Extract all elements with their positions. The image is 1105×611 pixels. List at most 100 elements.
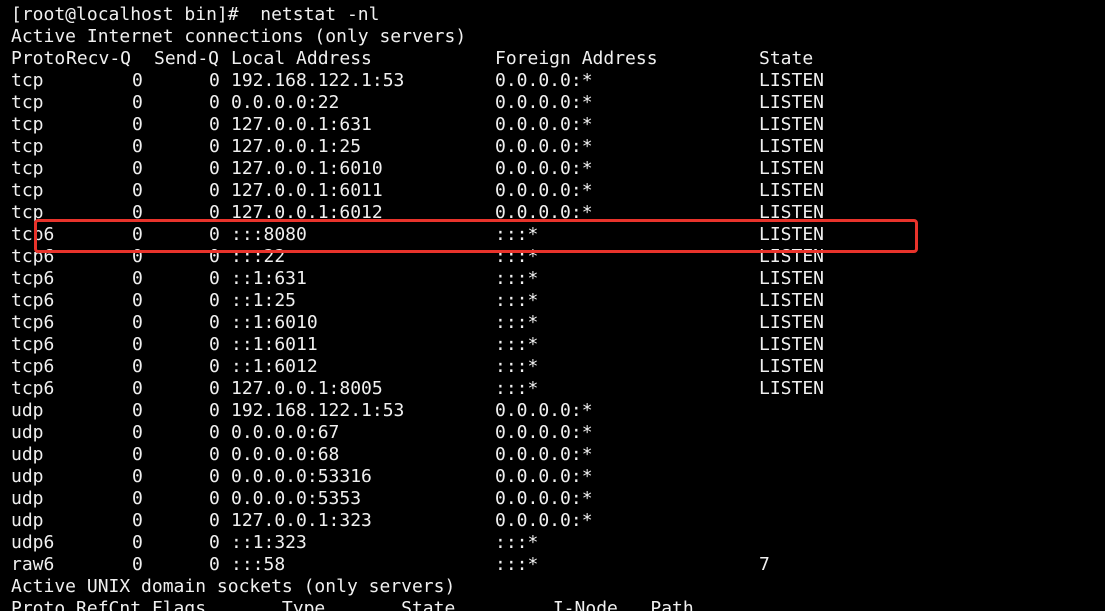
command-prompt-line: [root@localhost bin]# netstat -nl [11, 4, 380, 25]
sendq-cell: 0 [209, 466, 220, 487]
recvq-cell: 0 [132, 70, 143, 91]
state-cell: LISTEN [759, 180, 825, 201]
local-address-cell: 0.0.0.0:5353 [231, 488, 362, 509]
proto-cell: udp [11, 466, 44, 487]
state-cell: LISTEN [759, 202, 825, 223]
state-cell: LISTEN [759, 378, 825, 399]
foreign-address-cell: 0.0.0.0:* [495, 510, 593, 531]
proto-cell: tcp [11, 114, 44, 135]
foreign-address-cell: :::* [495, 312, 539, 333]
foreign-address-cell: 0.0.0.0:* [495, 136, 593, 157]
state-cell: LISTEN [759, 268, 825, 289]
local-address-cell: :::8080 [231, 224, 307, 245]
foreign-address-cell: :::* [495, 378, 539, 399]
local-address-cell: 127.0.0.1:6011 [231, 180, 383, 201]
proto-cell: tcp6 [11, 312, 55, 333]
state-cell: LISTEN [759, 356, 825, 377]
proto-cell: tcp6 [11, 334, 55, 355]
local-address-cell: 127.0.0.1:6010 [231, 158, 383, 179]
recvq-cell: 0 [132, 312, 143, 333]
local-address-cell: ::1:25 [231, 290, 297, 311]
header-proto: Proto [11, 48, 66, 69]
proto-cell: udp [11, 444, 44, 465]
foreign-address-cell: 0.0.0.0:* [495, 92, 593, 113]
foreign-address-cell: :::* [495, 356, 539, 377]
recvq-cell: 0 [132, 510, 143, 531]
state-cell: LISTEN [759, 158, 825, 179]
header-foreign-address: Foreign Address [495, 48, 658, 69]
inet-section-heading: Active Internet connections (only server… [11, 26, 467, 47]
local-address-cell: 127.0.0.1:323 [231, 510, 372, 531]
proto-cell: tcp6 [11, 268, 55, 289]
unix-column-headers: Proto RefCnt Flags Type State I-Node Pat… [11, 598, 694, 611]
proto-cell: udp [11, 488, 44, 509]
state-cell: 7 [759, 554, 770, 575]
recvq-cell: 0 [132, 114, 143, 135]
foreign-address-cell: :::* [495, 224, 539, 245]
unix-section-heading: Active UNIX domain sockets (only servers… [11, 576, 456, 597]
proto-cell: tcp6 [11, 246, 55, 267]
recvq-cell: 0 [132, 444, 143, 465]
recvq-cell: 0 [132, 554, 143, 575]
proto-cell: tcp [11, 70, 44, 91]
foreign-address-cell: :::* [495, 268, 539, 289]
sendq-cell: 0 [209, 378, 220, 399]
recvq-cell: 0 [132, 488, 143, 509]
local-address-cell: 127.0.0.1:25 [231, 136, 362, 157]
state-cell: LISTEN [759, 246, 825, 267]
state-cell: LISTEN [759, 92, 825, 113]
recvq-cell: 0 [132, 334, 143, 355]
recvq-cell: 0 [132, 466, 143, 487]
proto-cell: udp [11, 400, 44, 421]
header-local-address: Local Address [231, 48, 372, 69]
local-address-cell: 127.0.0.1:6012 [231, 202, 383, 223]
terminal-window[interactable]: [root@localhost bin]# netstat -nl Active… [0, 0, 1105, 611]
sendq-cell: 0 [209, 158, 220, 179]
recvq-cell: 0 [132, 224, 143, 245]
state-cell: LISTEN [759, 312, 825, 333]
foreign-address-cell: 0.0.0.0:* [495, 114, 593, 135]
foreign-address-cell: 0.0.0.0:* [495, 70, 593, 91]
local-address-cell: ::1:323 [231, 532, 307, 553]
recvq-cell: 0 [132, 92, 143, 113]
local-address-cell: ::1:6010 [231, 312, 318, 333]
state-cell: LISTEN [759, 290, 825, 311]
sendq-cell: 0 [209, 246, 220, 267]
state-cell: LISTEN [759, 136, 825, 157]
header-state: State [759, 48, 814, 69]
proto-cell: tcp6 [11, 356, 55, 377]
local-address-cell: 0.0.0.0:22 [231, 92, 340, 113]
local-address-cell: ::1:6011 [231, 334, 318, 355]
recvq-cell: 0 [132, 268, 143, 289]
local-address-cell: 0.0.0.0:67 [231, 422, 340, 443]
local-address-cell: ::1:6012 [231, 356, 318, 377]
foreign-address-cell: 0.0.0.0:* [495, 488, 593, 509]
foreign-address-cell: :::* [495, 246, 539, 267]
state-cell: LISTEN [759, 334, 825, 355]
recvq-cell: 0 [132, 246, 143, 267]
recvq-cell: 0 [132, 532, 143, 553]
recvq-cell: 0 [132, 202, 143, 223]
sendq-cell: 0 [209, 92, 220, 113]
sendq-cell: 0 [209, 532, 220, 553]
proto-cell: tcp [11, 202, 44, 223]
sendq-cell: 0 [209, 400, 220, 421]
recvq-cell: 0 [132, 422, 143, 443]
sendq-cell: 0 [209, 114, 220, 135]
state-cell: LISTEN [759, 114, 825, 135]
proto-cell: tcp6 [11, 378, 55, 399]
foreign-address-cell: :::* [495, 532, 539, 553]
state-cell: LISTEN [759, 224, 825, 245]
sendq-cell: 0 [209, 444, 220, 465]
inet-column-headers: Proto Recv-Q Send-Q Local Address Foreig… [11, 48, 813, 70]
state-cell: LISTEN [759, 70, 825, 91]
sendq-cell: 0 [209, 312, 220, 333]
foreign-address-cell: 0.0.0.0:* [495, 466, 593, 487]
local-address-cell: 192.168.122.1:53 [231, 400, 405, 421]
sendq-cell: 0 [209, 268, 220, 289]
sendq-cell: 0 [209, 202, 220, 223]
proto-cell: tcp [11, 158, 44, 179]
proto-cell: tcp [11, 92, 44, 113]
proto-cell: tcp [11, 180, 44, 201]
sendq-cell: 0 [209, 180, 220, 201]
